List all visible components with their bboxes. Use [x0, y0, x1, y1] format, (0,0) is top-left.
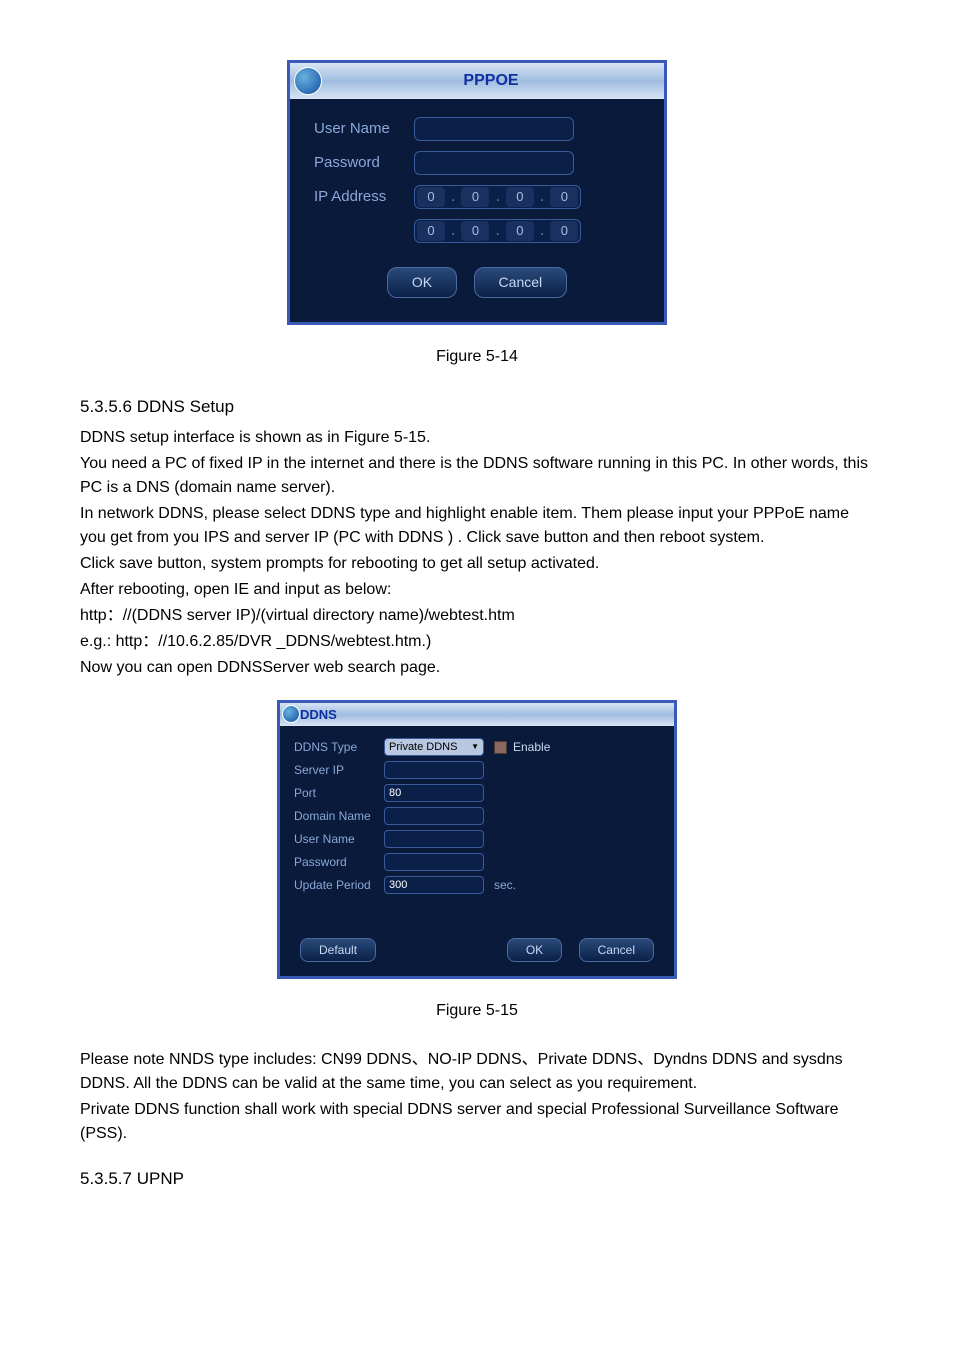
password-input[interactable] [414, 151, 574, 175]
ip-address-1[interactable]: 0. 0. 0. 0 [414, 185, 581, 209]
globe-icon [282, 705, 300, 723]
ddns-title: DDNS [300, 705, 337, 725]
ip-address-2[interactable]: 0. 0. 0. 0 [414, 219, 581, 243]
enable-label: Enable [513, 738, 550, 756]
enable-checkbox[interactable] [494, 741, 507, 754]
body-text: DDNS setup interface is shown as in Figu… [80, 426, 874, 450]
ddns-password-label: Password [294, 853, 384, 871]
domain-input[interactable] [384, 807, 484, 825]
section-5356-heading: 5.3.5.6 DDNS Setup [80, 394, 874, 420]
ddns-username-input[interactable] [384, 830, 484, 848]
pppoe-dialog-header: PPPOE [290, 63, 664, 99]
update-period-input[interactable]: 300 [384, 876, 484, 894]
pppoe-dialog: PPPOE User Name Password IP Address 0. 0… [287, 60, 667, 325]
section-5357-heading: 5.3.5.7 UPNP [80, 1166, 874, 1192]
serverip-input[interactable] [384, 761, 484, 779]
sec-label: sec. [494, 876, 516, 894]
port-label: Port [294, 784, 384, 802]
body-text: e.g.: http：//10.6.2.85/DVR _DDNS/webtest… [80, 630, 874, 654]
body-text: Please note NNDS type includes: CN99 DDN… [80, 1048, 874, 1096]
update-period-label: Update Period [294, 876, 384, 894]
chevron-down-icon: ▼ [471, 741, 479, 753]
ipaddress-label: IP Address [314, 186, 414, 209]
username-input[interactable] [414, 117, 574, 141]
body-text: Now you can open DDNSServer web search p… [80, 656, 874, 680]
globe-icon [294, 67, 322, 95]
domain-label: Domain Name [294, 807, 384, 825]
password-label: Password [314, 152, 414, 175]
body-text: http：//(DDNS server IP)/(virtual directo… [80, 604, 874, 628]
ok-button[interactable]: OK [387, 267, 457, 298]
figure-5-15-container: DDNS DDNS Type Private DDNS ▼ Enable Ser… [80, 700, 874, 980]
figure-5-15-caption: Figure 5-15 [80, 999, 874, 1023]
body-text: Private DDNS function shall work with sp… [80, 1098, 874, 1146]
body-text: After rebooting, open IE and input as be… [80, 578, 874, 602]
ddns-password-input[interactable] [384, 853, 484, 871]
ddns-type-label: DDNS Type [294, 738, 384, 756]
cancel-button[interactable]: Cancel [474, 267, 568, 298]
pppoe-title: PPPOE [322, 69, 660, 93]
pppoe-body: User Name Password IP Address 0. 0. 0. 0 [290, 99, 664, 322]
ok-button[interactable]: OK [507, 938, 562, 962]
body-text: In network DDNS, please select DDNS type… [80, 502, 874, 550]
ddns-body: DDNS Type Private DDNS ▼ Enable Server I… [280, 726, 674, 976]
body-text: You need a PC of fixed IP in the interne… [80, 452, 874, 500]
cancel-button[interactable]: Cancel [579, 938, 654, 962]
ddns-dialog-header: DDNS [280, 703, 674, 727]
figure-5-14-container: PPPOE User Name Password IP Address 0. 0… [80, 60, 874, 325]
figure-5-14-caption: Figure 5-14 [80, 345, 874, 369]
body-text: Click save button, system prompts for re… [80, 552, 874, 576]
ddns-dialog: DDNS DDNS Type Private DDNS ▼ Enable Ser… [277, 700, 677, 980]
username-label: User Name [314, 118, 414, 141]
ddns-type-dropdown[interactable]: Private DDNS ▼ [384, 738, 484, 756]
port-input[interactable]: 80 [384, 784, 484, 802]
ddns-username-label: User Name [294, 830, 384, 848]
serverip-label: Server IP [294, 761, 384, 779]
default-button[interactable]: Default [300, 938, 376, 962]
